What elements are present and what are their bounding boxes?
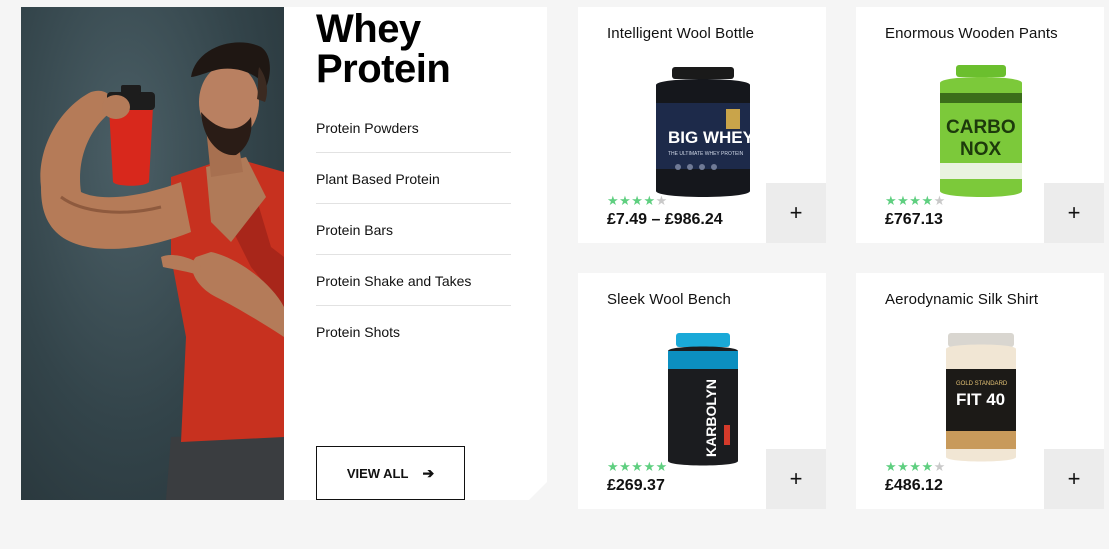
- product-price: £486.12: [885, 477, 943, 494]
- product-image-fit40-jar[interactable]: GOLD STANDARD FIT 40: [916, 329, 1046, 469]
- product-price: £767.13: [885, 211, 943, 228]
- product-card[interactable]: Sleek Wool Bench KARBOLYN ★★★★★ £269.37 …: [578, 273, 826, 509]
- jar-label-text: GOLD STANDARD: [956, 381, 1008, 387]
- product-image-carbo-nox-tub[interactable]: CARBO NOX: [916, 63, 1046, 203]
- product-card[interactable]: Aerodynamic Silk Shirt GOLD STANDARD FIT…: [856, 273, 1104, 509]
- product-price: £7.49 – £986.24: [607, 211, 723, 228]
- product-name[interactable]: Sleek Wool Bench: [607, 291, 731, 308]
- add-to-basket-button[interactable]: +: [766, 449, 826, 509]
- product-name[interactable]: Intelligent Wool Bottle: [607, 25, 754, 42]
- jar-sub-text: FIT 40: [956, 390, 1005, 409]
- rating-stars: ★★★★★: [607, 459, 668, 474]
- category-title: Whey Protein: [316, 7, 451, 91]
- category-links: Protein Powders Plant Based Protein Prot…: [316, 102, 511, 357]
- category-link-protein-powders[interactable]: Protein Powders: [316, 102, 511, 153]
- category-link-protein-shots[interactable]: Protein Shots: [316, 306, 511, 357]
- category-title-line1: Whey: [316, 7, 421, 51]
- product-image-big-whey-tub[interactable]: BIG WHEY THE ULTIMATE WHEY PROTEIN: [638, 63, 768, 203]
- hero-athlete-image: [21, 7, 284, 500]
- category-link-plant-based-protein[interactable]: Plant Based Protein: [316, 153, 511, 204]
- rating-stars: ★★★★★: [885, 193, 946, 208]
- product-image-karbolyn-jar[interactable]: KARBOLYN: [638, 329, 768, 469]
- rating-stars: ★★★★★: [885, 459, 946, 474]
- category-panel: Whey Protein Protein Powders Plant Based…: [284, 7, 547, 500]
- category-title-line2: Protein: [316, 47, 451, 91]
- add-to-basket-button[interactable]: +: [1044, 183, 1104, 243]
- category-link-protein-shake-and-takes[interactable]: Protein Shake and Takes: [316, 255, 511, 306]
- panel-corner-notch: [529, 482, 547, 500]
- add-to-basket-button[interactable]: +: [1044, 449, 1104, 509]
- tub-label-text: CARBO: [946, 117, 1016, 138]
- tub-sub-text: THE ULTIMATE WHEY PROTEIN: [668, 151, 744, 157]
- product-price: £269.37: [607, 477, 665, 494]
- rating-stars: ★★★★★: [607, 193, 668, 208]
- tub-sub-text: NOX: [960, 139, 1002, 160]
- product-name[interactable]: Enormous Wooden Pants: [885, 25, 1058, 42]
- jar-label-text: KARBOLYN: [703, 379, 719, 457]
- product-name[interactable]: Aerodynamic Silk Shirt: [885, 291, 1038, 308]
- category-link-protein-bars[interactable]: Protein Bars: [316, 204, 511, 255]
- tub-label-text: BIG WHEY: [668, 128, 755, 147]
- view-all-button[interactable]: VIEW ALL ➔: [316, 446, 465, 500]
- product-card[interactable]: Intelligent Wool Bottle BIG WHEY THE ULT…: [578, 7, 826, 243]
- product-card[interactable]: Enormous Wooden Pants CARBO NOX ★★★★★ £7…: [856, 7, 1104, 243]
- view-all-label: VIEW ALL: [346, 465, 409, 481]
- add-to-basket-button[interactable]: +: [766, 183, 826, 243]
- arrow-right-icon: ➔: [422, 464, 435, 481]
